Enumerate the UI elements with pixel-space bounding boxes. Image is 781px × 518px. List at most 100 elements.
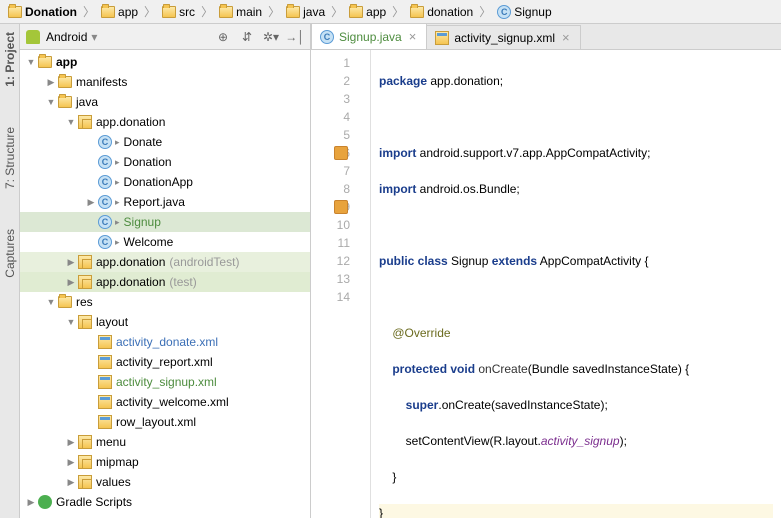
bc-donation2[interactable]: donation bbox=[406, 5, 477, 19]
tree-layout[interactable]: ▼layout bbox=[20, 312, 310, 332]
tree-pkg-androidtest[interactable]: ▶app.donation (androidTest) bbox=[20, 252, 310, 272]
bc-app2[interactable]: app bbox=[345, 5, 390, 19]
code-content[interactable]: package app.donation; import android.sup… bbox=[371, 50, 781, 518]
close-icon[interactable]: × bbox=[560, 30, 572, 45]
package-icon bbox=[78, 255, 92, 269]
xml-icon bbox=[98, 335, 112, 349]
class-icon: C bbox=[98, 135, 112, 149]
chevron-right-icon: ▶ bbox=[24, 497, 38, 508]
tree-pkg-test[interactable]: ▶app.donation (test) bbox=[20, 272, 310, 292]
chevron-down-icon: ▼ bbox=[64, 117, 78, 127]
xml-icon bbox=[98, 355, 112, 369]
folder-icon bbox=[58, 96, 72, 108]
tree-act-welcome[interactable]: activity_welcome.xml bbox=[20, 392, 310, 412]
tab-signup[interactable]: CSignup.java× bbox=[311, 24, 427, 49]
tree-report[interactable]: ▶C▸Report.java bbox=[20, 192, 310, 212]
bc-java[interactable]: java bbox=[282, 5, 329, 19]
folder-icon bbox=[58, 76, 72, 88]
chevron-right-icon: 〉 bbox=[142, 3, 158, 20]
settings-button[interactable]: ✲▾ bbox=[262, 28, 280, 46]
breadcrumb: Donation〉 app〉 src〉 main〉 java〉 app〉 don… bbox=[0, 0, 781, 24]
class-icon: C bbox=[320, 30, 334, 44]
tree-app[interactable]: ▼app bbox=[20, 52, 310, 72]
xml-icon bbox=[435, 31, 449, 45]
tree-mipmap[interactable]: ▶mipmap bbox=[20, 452, 310, 472]
bc-signup[interactable]: CSignup bbox=[493, 5, 555, 19]
bc-src[interactable]: src bbox=[158, 5, 199, 19]
side-tab-project[interactable]: 1: Project bbox=[3, 32, 17, 87]
chevron-down-icon: ▼ bbox=[44, 97, 58, 107]
chevron-right-icon: 〉 bbox=[477, 3, 493, 20]
class-icon: C bbox=[497, 5, 511, 19]
tree-java[interactable]: ▼java bbox=[20, 92, 310, 112]
tree-values[interactable]: ▶values bbox=[20, 472, 310, 492]
bc-main[interactable]: main bbox=[215, 5, 266, 19]
tree-donate[interactable]: C▸Donate bbox=[20, 132, 310, 152]
tree-act-signup[interactable]: activity_signup.xml bbox=[20, 372, 310, 392]
editor-tabs: CSignup.java× activity_signup.xml× bbox=[311, 24, 781, 50]
tree-signup[interactable]: C▸Signup bbox=[20, 212, 310, 232]
class-usage-icon[interactable] bbox=[334, 146, 348, 160]
class-icon: C bbox=[98, 195, 112, 209]
side-tab-captures[interactable]: Captures bbox=[3, 229, 17, 278]
tree-manifests[interactable]: ▶manifests bbox=[20, 72, 310, 92]
class-icon: C bbox=[98, 215, 112, 229]
gutter: 12345 6 78 9 1011121314 bbox=[311, 50, 371, 518]
tree-res[interactable]: ▼res bbox=[20, 292, 310, 312]
tree-donation[interactable]: C▸Donation bbox=[20, 152, 310, 172]
package-icon bbox=[78, 315, 92, 329]
side-tab-structure[interactable]: 7: Structure bbox=[3, 127, 17, 189]
panel-header: Android ▾ ⊕ ⇵ ✲▾ →│ bbox=[20, 24, 310, 50]
gradle-icon bbox=[38, 495, 52, 509]
override-icon[interactable] bbox=[334, 200, 348, 214]
panel-title[interactable]: Android ▾ bbox=[46, 30, 208, 44]
code-area[interactable]: 12345 6 78 9 1011121314 package app.dona… bbox=[311, 50, 781, 518]
tab-activity-signup[interactable]: activity_signup.xml× bbox=[426, 25, 580, 49]
folder-icon bbox=[8, 6, 22, 18]
class-icon: C bbox=[98, 155, 112, 169]
tree-row-layout[interactable]: row_layout.xml bbox=[20, 412, 310, 432]
package-icon bbox=[78, 275, 92, 289]
package-icon bbox=[78, 115, 92, 129]
folder-icon bbox=[349, 6, 363, 18]
chevron-right-icon: ▶ bbox=[64, 257, 78, 268]
class-icon: C bbox=[98, 175, 112, 189]
collapse-button[interactable]: ⇵ bbox=[238, 28, 256, 46]
locate-button[interactable]: ⊕ bbox=[214, 28, 232, 46]
chevron-right-icon: ▶ bbox=[64, 457, 78, 468]
tree-act-report[interactable]: activity_report.xml bbox=[20, 352, 310, 372]
close-icon[interactable]: × bbox=[407, 29, 419, 44]
project-tree[interactable]: ▼app ▶manifests ▼java ▼app.donation C▸Do… bbox=[20, 50, 310, 518]
tree-act-donate[interactable]: activity_donate.xml bbox=[20, 332, 310, 352]
bc-app[interactable]: app bbox=[97, 5, 142, 19]
chevron-down-icon: ▼ bbox=[64, 317, 78, 327]
tree-menu[interactable]: ▶menu bbox=[20, 432, 310, 452]
chevron-down-icon: ▼ bbox=[44, 297, 58, 307]
tree-gradle[interactable]: ▶Gradle Scripts bbox=[20, 492, 310, 512]
folder-icon bbox=[162, 6, 176, 18]
chevron-right-icon: 〉 bbox=[266, 3, 282, 20]
chevron-right-icon: 〉 bbox=[81, 3, 97, 20]
chevron-right-icon: 〉 bbox=[199, 3, 215, 20]
tree-pkg[interactable]: ▼app.donation bbox=[20, 112, 310, 132]
xml-icon bbox=[98, 415, 112, 429]
package-icon bbox=[78, 455, 92, 469]
android-icon bbox=[26, 30, 40, 44]
folder-icon bbox=[286, 6, 300, 18]
package-icon bbox=[78, 435, 92, 449]
hide-button[interactable]: →│ bbox=[286, 28, 304, 46]
chevron-right-icon: ▶ bbox=[64, 437, 78, 448]
bc-donation[interactable]: Donation bbox=[4, 5, 81, 19]
chevron-right-icon: 〉 bbox=[390, 3, 406, 20]
chevron-down-icon: ▼ bbox=[24, 57, 38, 67]
class-icon: C bbox=[98, 235, 112, 249]
tool-window-bar: 1: Project 7: Structure Captures bbox=[0, 24, 20, 518]
tree-welcome[interactable]: C▸Welcome bbox=[20, 232, 310, 252]
editor: CSignup.java× activity_signup.xml× 12345… bbox=[311, 24, 781, 518]
chevron-right-icon: ▶ bbox=[64, 477, 78, 488]
chevron-right-icon: ▶ bbox=[84, 197, 98, 208]
chevron-right-icon: ▶ bbox=[64, 277, 78, 288]
project-panel: Android ▾ ⊕ ⇵ ✲▾ →│ ▼app ▶manifests ▼jav… bbox=[20, 24, 311, 518]
tree-donationapp[interactable]: C▸DonationApp bbox=[20, 172, 310, 192]
folder-icon bbox=[410, 6, 424, 18]
